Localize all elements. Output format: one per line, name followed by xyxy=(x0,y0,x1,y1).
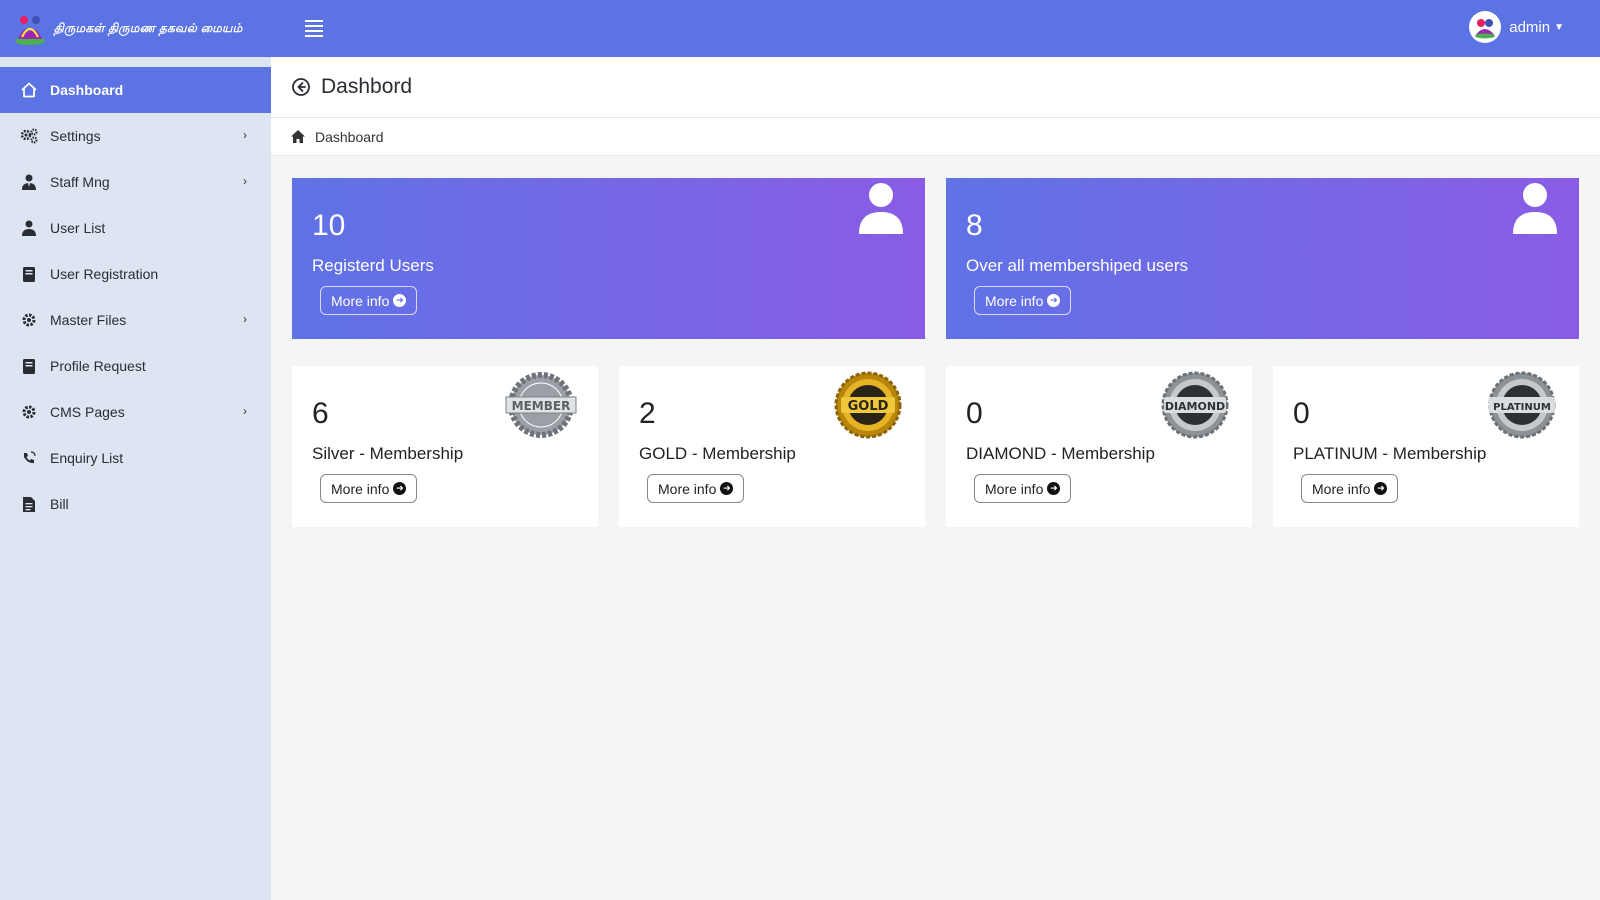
registered-users-card: 10 Registerd Users More info ➜ xyxy=(292,178,925,339)
stat-label: Over all membershiped users xyxy=(966,256,1189,275)
arrow-circle-right-icon: ➜ xyxy=(393,294,407,307)
brand-title: திருமகள் திருமண தகவல் மையம் xyxy=(54,20,243,35)
silver-membership-card: MEMBER 6 Silver - Membership More info ➜ xyxy=(292,366,598,527)
sidebar-item-enquiry-list[interactable]: Enquiry List xyxy=(0,435,271,481)
sidebar-item-user-list[interactable]: User List xyxy=(0,205,271,251)
avatar-logo-icon xyxy=(1475,19,1496,39)
sidebar-item-user-registration[interactable]: User Registration xyxy=(0,251,271,297)
sidebar-item-label: Bill xyxy=(50,496,69,512)
back-arrow-icon[interactable] xyxy=(291,77,311,97)
user-icon xyxy=(20,219,38,237)
silver-member-badge-icon: MEMBER xyxy=(505,372,577,438)
stat-label: Registerd Users xyxy=(312,256,434,275)
user-icon xyxy=(859,183,903,234)
sidebar-item-master-files[interactable]: Master Files › xyxy=(0,297,271,343)
svg-text:GOLD: GOLD xyxy=(848,399,889,414)
sidebar-item-settings[interactable]: Settings › xyxy=(0,113,271,159)
sidebar-item-staff-mng[interactable]: Staff Mng › xyxy=(0,159,271,205)
user-icon xyxy=(1513,183,1557,234)
sidebar-item-label: User List xyxy=(50,220,106,236)
membership-label: Silver - Membership xyxy=(312,444,464,463)
breadcrumb-item[interactable]: Dashboard xyxy=(315,129,384,145)
diamond-badge-icon: DIAMOND xyxy=(1161,371,1229,439)
main-content: Dashbord Dashboard 10 Registerd Users Mo… xyxy=(271,57,1600,900)
arrow-circle-right-icon: ➜ xyxy=(720,482,734,495)
sidebar-item-profile-request[interactable]: Profile Request xyxy=(0,343,271,389)
chevron-right-icon: › xyxy=(243,312,247,326)
chevron-right-icon: › xyxy=(243,174,247,188)
book-icon xyxy=(20,265,38,283)
stat-value: 8 xyxy=(966,209,983,242)
phone-volume-icon xyxy=(20,449,38,467)
top-bar: திருமகள் திருமண தகவல் மையம் admin ▼ xyxy=(0,0,1600,57)
brand-logo-icon xyxy=(15,15,45,45)
sidebar-item-label: Dashboard xyxy=(50,82,124,98)
brand[interactable]: திருமகள் திருமண தகவல் மையம் xyxy=(0,11,290,47)
sidebar-item-label: Enquiry List xyxy=(50,450,124,466)
sidebar-item-label: Settings xyxy=(50,128,101,144)
file-invoice-icon xyxy=(20,495,38,513)
membership-label: PLATINUM - Membership xyxy=(1293,444,1487,463)
diamond-membership-card: DIAMOND 0 DIAMOND - Membership More info… xyxy=(946,366,1252,527)
sidebar: Dashboard Settings › Staff Mng › User Li… xyxy=(0,57,271,900)
arrow-circle-right-icon: ➜ xyxy=(1047,294,1061,307)
sidebar-item-label: User Registration xyxy=(50,266,159,282)
arrow-circle-right-icon: ➜ xyxy=(1047,482,1061,495)
gears-icon xyxy=(20,127,38,145)
user-tie-icon xyxy=(20,173,38,191)
membership-users-card: 8 Over all membershiped users More info ➜ xyxy=(946,178,1579,339)
home-icon xyxy=(291,130,305,143)
chevron-down-icon: ▼ xyxy=(1554,21,1564,33)
sidebar-item-label: Staff Mng xyxy=(50,174,110,190)
arrow-circle-right-icon: ➜ xyxy=(393,482,407,495)
page-header: Dashbord xyxy=(271,57,1600,118)
gold-membership-card: GOLD 2 GOLD - Membership More info ➜ xyxy=(619,366,925,527)
more-info-button[interactable]: More info ➜ xyxy=(320,286,418,315)
chevron-right-icon: › xyxy=(243,404,247,418)
sidebar-item-label: Profile Request xyxy=(50,358,146,374)
more-info-button[interactable]: More info ➜ xyxy=(974,286,1072,315)
membership-label: DIAMOND - Membership xyxy=(966,444,1155,463)
more-info-button[interactable]: More info ➜ xyxy=(647,474,745,503)
avatar xyxy=(1469,11,1502,43)
stat-value: 10 xyxy=(312,209,346,242)
gold-badge-icon: GOLD xyxy=(834,371,902,439)
gear-icon xyxy=(20,311,38,329)
user-name: admin xyxy=(1509,18,1551,36)
more-info-button[interactable]: More info ➜ xyxy=(974,474,1072,503)
sidebar-item-bill[interactable]: Bill xyxy=(0,481,271,527)
sidebar-item-cms-pages[interactable]: CMS Pages › xyxy=(0,389,271,435)
more-info-button[interactable]: More info ➜ xyxy=(1301,474,1399,503)
page-title: Dashbord xyxy=(321,75,413,98)
menu-toggle-button[interactable] xyxy=(302,17,326,39)
sidebar-item-dashboard[interactable]: Dashboard xyxy=(0,67,271,113)
platinum-membership-card: PLATINUM 0 PLATINUM - Membership More in… xyxy=(1273,366,1579,527)
user-menu[interactable]: admin ▼ xyxy=(1469,11,1564,43)
more-info-button[interactable]: More info ➜ xyxy=(320,474,418,503)
platinum-badge-icon: PLATINUM xyxy=(1488,371,1556,439)
arrow-circle-right-icon: ➜ xyxy=(1374,482,1388,495)
sidebar-item-label: Master Files xyxy=(50,312,127,328)
membership-label: GOLD - Membership xyxy=(639,444,796,463)
svg-text:DIAMOND: DIAMOND xyxy=(1165,400,1225,413)
svg-text:PLATINUM: PLATINUM xyxy=(1493,402,1551,413)
svg-text:MEMBER: MEMBER xyxy=(512,399,571,413)
chevron-right-icon: › xyxy=(243,128,247,142)
sidebar-item-label: CMS Pages xyxy=(50,404,125,420)
breadcrumb: Dashboard xyxy=(271,118,1600,156)
home-icon xyxy=(20,81,38,99)
gear-icon xyxy=(20,403,38,421)
book-icon xyxy=(20,357,38,375)
